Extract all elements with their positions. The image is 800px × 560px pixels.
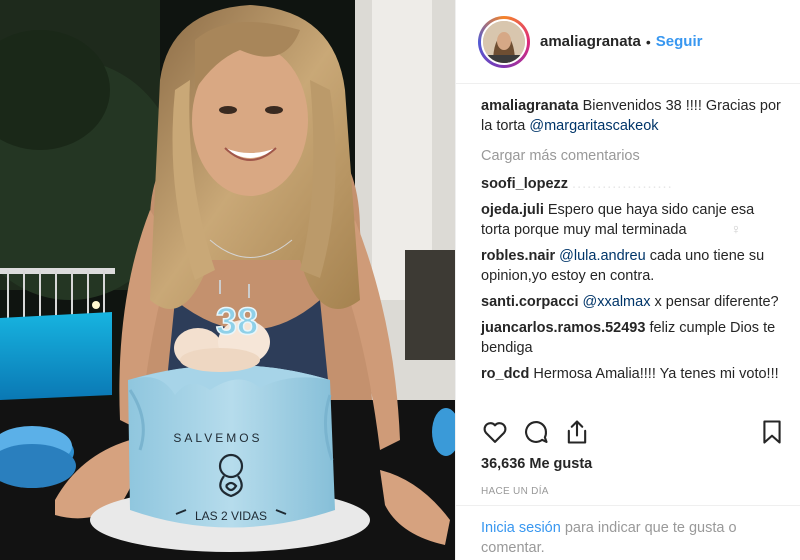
comment-item: santi.corpacci @xxalmax x pensar diferen… — [481, 292, 784, 312]
comment-username[interactable]: ro_dcd — [481, 366, 529, 382]
caption: amaliagranata Bienvenidos 38 !!!! Gracia… — [481, 96, 784, 136]
avatar[interactable] — [481, 18, 527, 65]
comments-list: amaliagranata Bienvenidos 38 !!!! Gracia… — [481, 96, 784, 390]
likes-count[interactable]: 36,636 Me gusta — [481, 456, 592, 472]
comment-username[interactable]: juancarlos.ramos.52493 — [481, 320, 645, 336]
post-time[interactable]: HACE UN DÍA — [481, 486, 549, 497]
comment-username[interactable]: soofi_lopezz — [481, 176, 568, 192]
comment-item: soofi_lopezz .................... — [481, 174, 784, 194]
post-photo[interactable]: 38 SALVEMOS LAS 2 VIDAS — [0, 0, 455, 560]
comment-username[interactable]: ojeda.juli — [481, 202, 544, 218]
post-header: amaliagranata • Seguir — [456, 0, 800, 84]
instagram-post: 38 SALVEMOS LAS 2 VIDAS amaliagranata • … — [0, 0, 800, 560]
avatar-image — [483, 20, 525, 63]
comment-text: Hermosa Amalia!!!! Ya tenes mi voto!!! — [533, 366, 779, 382]
photo-illustration: 38 SALVEMOS LAS 2 VIDAS — [0, 0, 455, 560]
bookmark-icon[interactable] — [758, 418, 786, 446]
comment-item: juancarlos.ramos.52493 feliz cumple Dios… — [481, 318, 784, 358]
comment-mention[interactable]: @xxalmax — [583, 294, 651, 310]
follow-button[interactable]: Seguir — [656, 33, 703, 50]
action-bar — [481, 418, 786, 446]
heart-icon[interactable] — [481, 418, 509, 446]
comment-faded-emoji: ♀ — [730, 222, 743, 238]
comment-faded-text: .................... — [572, 176, 673, 192]
caption-username[interactable]: amaliagranata — [481, 98, 579, 114]
login-link[interactable]: Inicia sesión — [481, 520, 561, 536]
header-separator: • — [645, 33, 651, 50]
divider — [456, 505, 800, 506]
share-icon[interactable] — [563, 418, 591, 446]
story-ring[interactable] — [478, 15, 530, 68]
login-prompt: Inicia sesión para indicar que te gusta … — [481, 518, 786, 558]
cake-text-bottom: LAS 2 VIDAS — [195, 509, 267, 523]
header-username[interactable]: amaliagranata — [540, 33, 641, 50]
cake-text-top: SALVEMOS — [173, 431, 262, 445]
comment-mention[interactable]: @lula.andreu — [559, 248, 645, 264]
comment-username[interactable]: robles.nair — [481, 248, 555, 264]
candle-number: 38 — [216, 301, 258, 343]
load-more-comments-button[interactable]: Cargar más comentarios — [481, 146, 784, 166]
comment-username[interactable]: santi.corpacci — [481, 294, 579, 310]
comment-item: ro_dcd Hermosa Amalia!!!! Ya tenes mi vo… — [481, 364, 784, 384]
comment-icon[interactable] — [522, 418, 550, 446]
comment-item: ojeda.juli Espero que haya sido canje es… — [481, 200, 784, 240]
post-panel: amaliagranata • Seguir amaliagranata Bie… — [455, 0, 800, 560]
caption-mention[interactable]: @margaritascakeok — [529, 118, 658, 134]
comment-item: robles.nair @lula.andreu cada uno tiene … — [481, 246, 784, 286]
comment-text: x pensar diferente? — [654, 294, 779, 310]
